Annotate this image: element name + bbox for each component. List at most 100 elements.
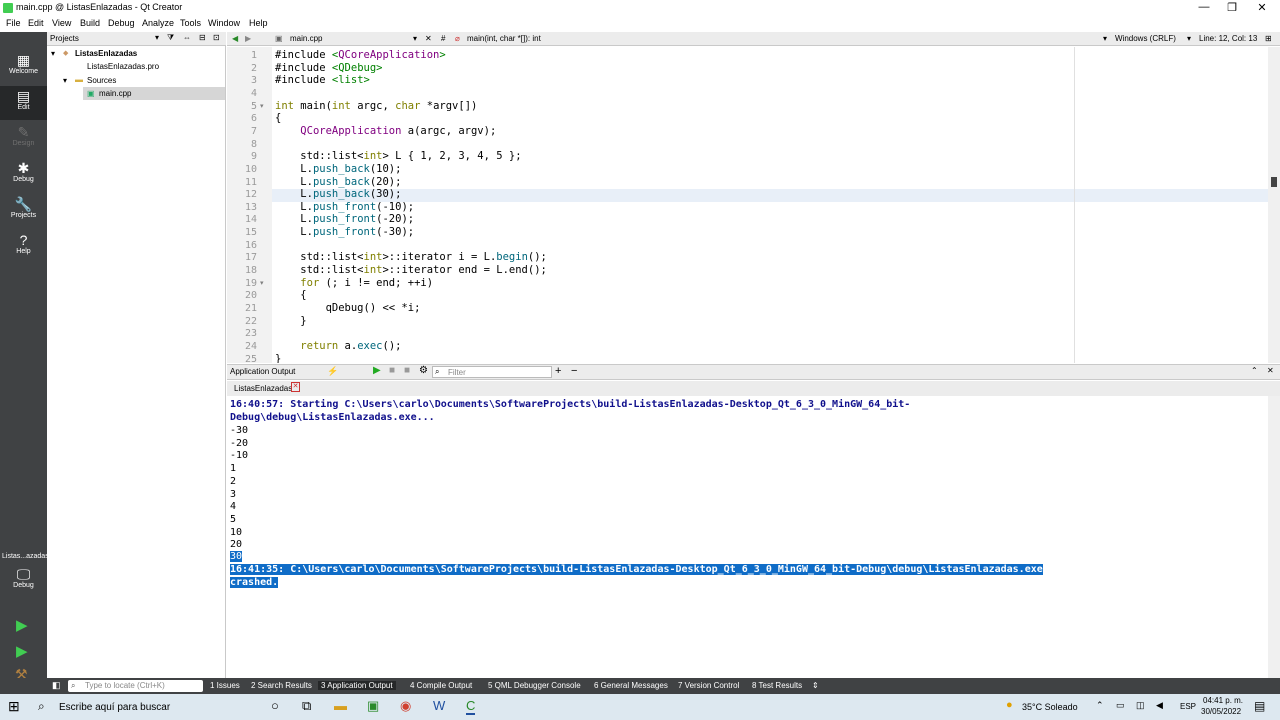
output-value: -10	[230, 450, 249, 462]
qt-taskbar-icon[interactable]: ▣	[367, 698, 379, 714]
back-arrow-icon[interactable]: ◀	[232, 34, 238, 43]
output-crash-line: crashed.	[230, 577, 279, 588]
pane-test-results[interactable]: 8 Test Results	[752, 681, 802, 690]
split-icon[interactable]: ⊟	[199, 33, 206, 42]
run-icon[interactable]: ▶	[16, 616, 28, 634]
maximize-icon[interactable]: ❐	[1222, 1, 1242, 14]
mode-projects[interactable]: 🔧 Projects	[0, 194, 47, 228]
line-number: 21	[244, 303, 257, 314]
chevron-up-icon[interactable]: ⌃	[1096, 700, 1104, 711]
menu-edit[interactable]: Edit	[28, 18, 44, 28]
mode-edit[interactable]: ▤ Edit	[0, 86, 47, 120]
mode-design[interactable]: ✎ Design	[0, 122, 47, 156]
stop-icon[interactable]: ■	[389, 365, 395, 376]
pane-search-results[interactable]: 2 Search Results	[251, 681, 312, 690]
line-ending-selector[interactable]: Windows (CRLF)	[1115, 34, 1176, 43]
mode-help[interactable]: ? Help	[0, 230, 47, 264]
gear-icon[interactable]: ⚙	[419, 365, 428, 376]
mode-welcome[interactable]: ▦ Welcome	[0, 50, 47, 84]
close-icon[interactable]: ✕	[1252, 1, 1272, 14]
chevron-down-icon[interactable]: ▾	[155, 33, 159, 42]
chevron-down-icon[interactable]: ▾	[1187, 34, 1191, 43]
debug-run-icon[interactable]: ▶	[16, 642, 28, 660]
volume-icon[interactable]: ◀	[1156, 700, 1163, 711]
folder-icon: ▬	[75, 75, 83, 84]
qt-creator-taskbar-icon[interactable]: C	[466, 698, 476, 715]
attach-icon[interactable]: ⚡	[327, 366, 338, 377]
maximize-pane-icon[interactable]: ⌃	[1251, 366, 1258, 375]
windows-taskbar: ⊞ ⌕ Escribe aquí para buscar ○ ⧉ ▬ ▣ ◉ W…	[0, 694, 1280, 720]
pane-issues[interactable]: 1 Issues	[210, 681, 240, 690]
link-icon[interactable]: ⇔	[183, 33, 191, 42]
close-tab-icon[interactable]: ✕	[291, 382, 300, 392]
pane-general-messages[interactable]: 6 General Messages	[594, 681, 668, 690]
function-selector[interactable]: main(int, char *[]): int	[467, 34, 541, 43]
output-tab-listasenlazadas[interactable]: ListasEnlazadas	[234, 384, 292, 393]
close-pane-icon[interactable]: ⊡	[213, 33, 220, 42]
more-panes-icon[interactable]: ⇕	[812, 681, 819, 690]
editor-scrollbar[interactable]	[1268, 47, 1280, 363]
word-icon[interactable]: W	[433, 698, 445, 713]
zoom-in-icon[interactable]: +	[555, 365, 561, 377]
menu-help[interactable]: Help	[249, 18, 268, 28]
application-output[interactable]: 16:40:57: Starting C:\Users\carlo\Docume…	[227, 396, 1268, 678]
clock-time[interactable]: 04:41 p. m.	[1203, 696, 1243, 705]
minimize-icon[interactable]: —	[1194, 1, 1214, 13]
rerun-icon[interactable]: ▶	[373, 365, 381, 376]
expand-arrow-icon[interactable]: ▾	[63, 76, 67, 85]
output-value: 3	[230, 488, 237, 500]
notifications-icon[interactable]: ▤	[1254, 699, 1265, 713]
menu-analyze[interactable]: Analyze	[142, 18, 174, 28]
task-view-icon[interactable]: ⧉	[302, 698, 311, 714]
weather-text[interactable]: 35°C Soleado	[1022, 702, 1078, 712]
split-editor-icon[interactable]: ⊞	[1265, 34, 1272, 43]
pane-compile-output[interactable]: 4 Compile Output	[410, 681, 472, 690]
menu-tools[interactable]: Tools	[180, 18, 201, 28]
filter-icon[interactable]: ⧩	[167, 33, 174, 43]
editor-file-tab[interactable]: main.cpp	[290, 34, 322, 43]
tree-pro-file[interactable]: ListasEnlazadas.pro	[87, 62, 159, 71]
zoom-out-icon[interactable]: −	[571, 365, 577, 377]
close-doc-icon[interactable]: ✕	[425, 34, 432, 43]
fold-marker-icon[interactable]: ▾	[260, 279, 264, 287]
line-number: 14	[244, 214, 257, 226]
clock-date[interactable]: 30/05/2022	[1201, 707, 1241, 716]
taskbar-search-box[interactable]: Escribe aquí para buscar	[59, 702, 170, 713]
output-scrollbar[interactable]	[1268, 396, 1280, 678]
mode-debug[interactable]: ✱ Debug	[0, 158, 47, 192]
code-editor[interactable]: 1 #include <QCoreApplication> 2 #include <Q…	[227, 47, 1268, 363]
menu-view[interactable]: View	[52, 18, 71, 28]
menu-window[interactable]: Window	[208, 18, 240, 28]
battery-icon[interactable]: ▭	[1116, 700, 1125, 711]
forward-arrow-icon[interactable]: ▶	[245, 34, 251, 43]
pane-qml-debugger[interactable]: 5 QML Debugger Console	[488, 681, 581, 690]
monitor-icon: 🖵	[16, 566, 31, 582]
chrome-icon[interactable]: ◉	[400, 698, 411, 714]
output-filter-field[interactable]: ⌕ Filter	[432, 366, 552, 378]
cursor-position[interactable]: Line: 12, Col: 13	[1199, 34, 1257, 43]
locator-input[interactable]: ⌕ Type to locate (Ctrl+K)	[68, 680, 203, 692]
kit-selector[interactable]: 🖵 Debug	[0, 564, 47, 604]
output-start-line: 16:40:57: Starting C:\Users\carlo\Docume…	[230, 399, 911, 410]
menu-build[interactable]: Build	[80, 18, 100, 28]
chevron-down-icon[interactable]: ▾	[413, 34, 417, 43]
pane-version-control[interactable]: 7 Version Control	[678, 681, 739, 690]
language-indicator[interactable]: ESP	[1180, 702, 1196, 711]
network-icon[interactable]: ◫	[1136, 700, 1145, 711]
expand-arrow-icon[interactable]: ▾	[51, 49, 55, 58]
fold-marker-icon[interactable]: ▾	[260, 102, 264, 110]
chevron-down-icon[interactable]: ▾	[1103, 34, 1107, 43]
menu-file[interactable]: File	[6, 18, 21, 28]
toggle-sidebar-icon[interactable]: ◧	[52, 680, 61, 691]
pane-application-output[interactable]: 3 Application Output	[318, 681, 396, 690]
stop-icon[interactable]: ■	[404, 365, 410, 376]
tree-sources[interactable]: Sources	[87, 76, 116, 85]
code-line: L.push_back(30);	[275, 188, 402, 201]
close-pane-icon[interactable]: ✕	[1267, 366, 1274, 375]
tree-main-cpp[interactable]: main.cpp	[99, 89, 131, 98]
menu-debug[interactable]: Debug	[108, 18, 135, 28]
file-explorer-icon[interactable]: ▬	[334, 698, 347, 713]
tree-project-root[interactable]: ListasEnlazadas	[75, 49, 137, 58]
windows-start-icon[interactable]: ⊞	[8, 698, 20, 715]
cortana-icon[interactable]: ○	[271, 698, 279, 713]
